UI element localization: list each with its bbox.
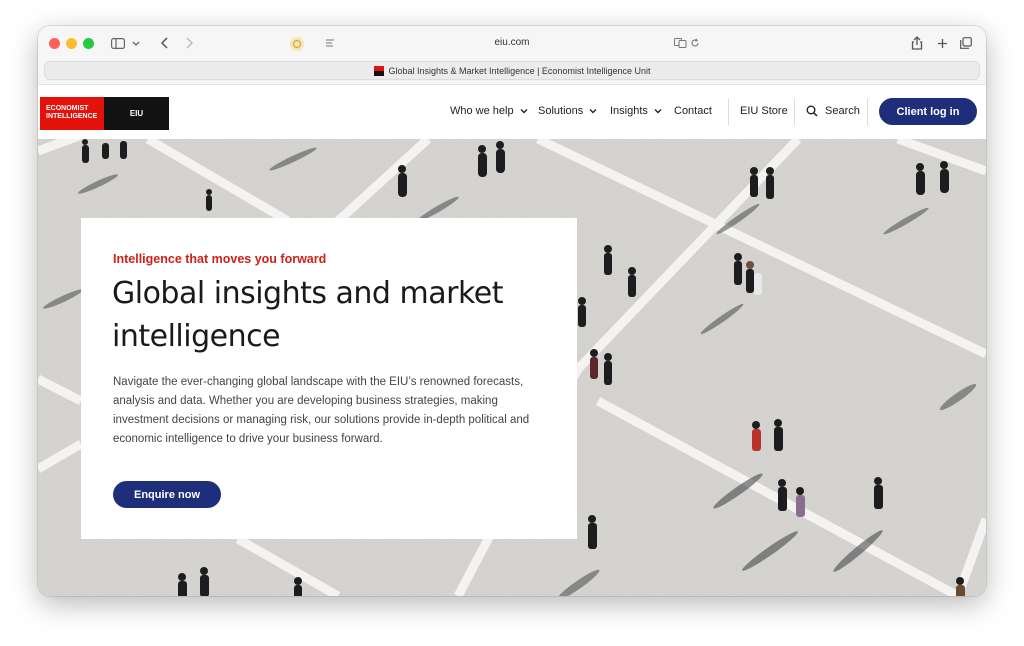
nav-divider bbox=[867, 99, 868, 125]
reload-icon[interactable] bbox=[690, 38, 700, 48]
zoom-window-button[interactable] bbox=[83, 38, 94, 49]
nav-insights[interactable]: Insights bbox=[610, 105, 663, 117]
extension-icon bbox=[290, 37, 304, 51]
back-icon bbox=[160, 37, 168, 49]
nav-divider bbox=[728, 99, 729, 125]
search-icon bbox=[806, 105, 818, 117]
logo-red-block: ECONOMIST INTELLIGENCE bbox=[40, 97, 104, 130]
new-tab-button[interactable] bbox=[934, 32, 950, 54]
nav-who-we-help-label: Who we help bbox=[450, 105, 514, 117]
hero-headline: Global insights and market intelligence bbox=[112, 276, 503, 354]
translate-icon bbox=[674, 38, 687, 48]
logo-line1: ECONOMIST bbox=[46, 105, 89, 112]
browser-window: eiu.com Global Insights & Market Intelli… bbox=[38, 26, 986, 596]
nav-divider bbox=[794, 99, 795, 125]
tab-title: Global Insights & Market Intelligence | … bbox=[388, 65, 651, 76]
tab-overview-button[interactable] bbox=[958, 32, 974, 54]
active-tab[interactable]: Global Insights & Market Intelligence | … bbox=[44, 61, 980, 80]
hero-body-text: Navigate the ever-changing global landsc… bbox=[113, 376, 530, 445]
logo-black-block: EIU bbox=[104, 97, 169, 130]
client-login-button[interactable]: Client log in bbox=[879, 98, 977, 125]
enquire-now-button[interactable]: Enquire now bbox=[113, 481, 221, 508]
eiu-favicon-icon bbox=[373, 65, 384, 76]
nav-insights-label: Insights bbox=[610, 105, 648, 117]
nav-search[interactable]: Search bbox=[806, 105, 860, 117]
chevron-down-icon bbox=[520, 109, 528, 114]
browser-toolbar: eiu.com Global Insights & Market Intelli… bbox=[38, 26, 986, 84]
site-header: ECONOMIST INTELLIGENCE EIU Who we help S… bbox=[38, 84, 986, 139]
nav-who-we-help[interactable]: Who we help bbox=[450, 105, 529, 117]
nav-eiu-store[interactable]: EIU Store bbox=[740, 105, 788, 117]
hero-card: Intelligence that moves you forward Glob… bbox=[81, 218, 577, 539]
eiu-logo[interactable]: ECONOMIST INTELLIGENCE EIU bbox=[40, 97, 169, 130]
plus-icon bbox=[937, 38, 947, 48]
nav-contact[interactable]: Contact bbox=[674, 105, 712, 117]
nav-solutions[interactable]: Solutions bbox=[538, 105, 598, 117]
chevron-down-icon bbox=[654, 109, 662, 114]
chevron-down-icon bbox=[589, 109, 597, 114]
close-window-button[interactable] bbox=[49, 38, 60, 49]
share-button[interactable] bbox=[908, 32, 926, 54]
nav-contact-label: Contact bbox=[674, 105, 712, 117]
nav-solutions-label: Solutions bbox=[538, 105, 584, 117]
chevron-down-icon bbox=[132, 41, 140, 46]
address-bar[interactable]: eiu.com bbox=[328, 37, 696, 48]
hero-eyebrow: Intelligence that moves you forward bbox=[113, 252, 327, 266]
nav-eiu-store-label: EIU Store bbox=[740, 105, 788, 117]
forward-button[interactable] bbox=[178, 32, 200, 54]
extension-button[interactable] bbox=[287, 33, 307, 55]
tabs-icon bbox=[960, 37, 972, 49]
hero-section: Intelligence that moves you forward Glob… bbox=[38, 139, 986, 596]
nav-search-label: Search bbox=[825, 105, 860, 117]
forward-icon bbox=[186, 37, 194, 49]
minimize-window-button[interactable] bbox=[66, 38, 77, 49]
sidebar-icon bbox=[111, 37, 125, 49]
logo-line2: INTELLIGENCE bbox=[46, 113, 98, 120]
back-button[interactable] bbox=[154, 32, 176, 54]
translate-button[interactable] bbox=[674, 32, 700, 54]
sidebar-toggle-button[interactable] bbox=[106, 32, 146, 54]
share-icon bbox=[911, 36, 923, 50]
